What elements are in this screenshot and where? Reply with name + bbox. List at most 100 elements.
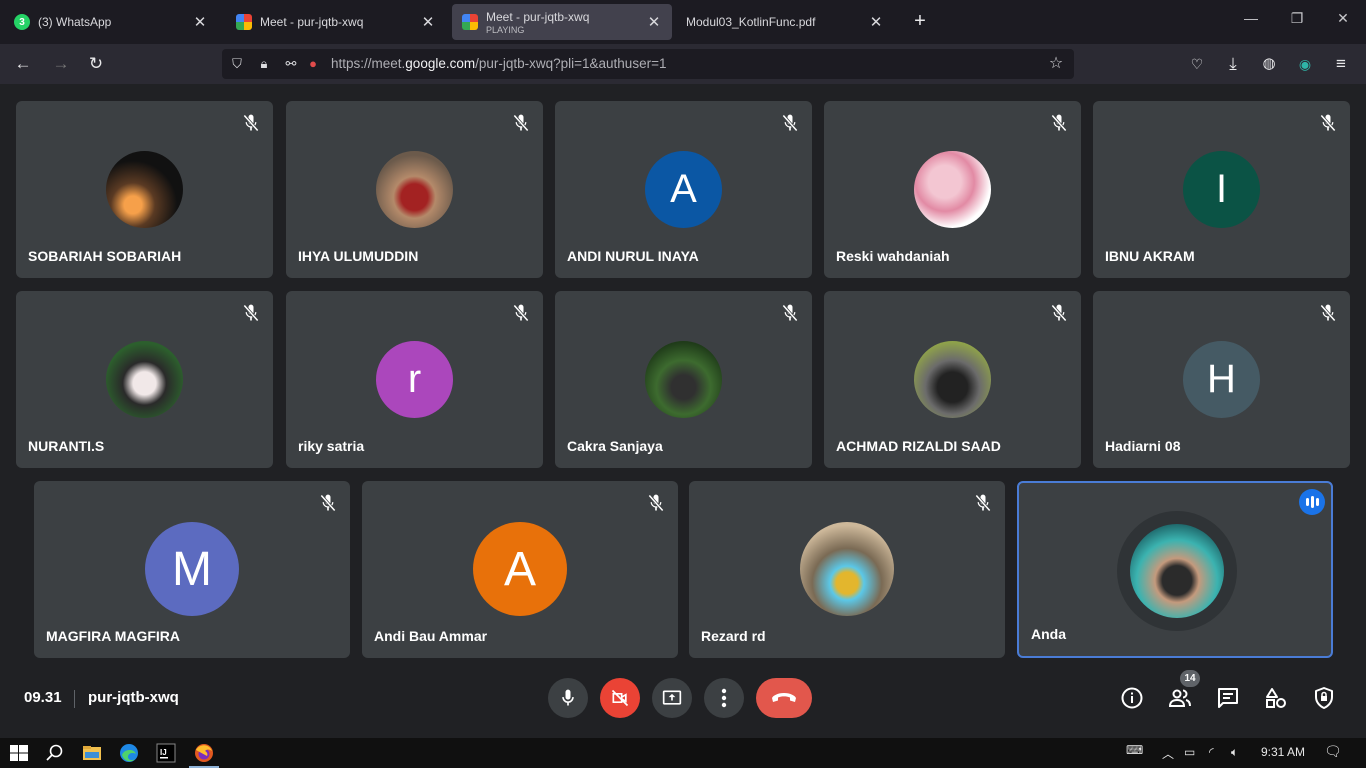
participant-tile[interactable]: A ANDI NURUL INAYA	[555, 101, 812, 278]
tab-meet[interactable]: Meet - pur-jqtb-xwq ✕	[226, 4, 446, 40]
participant-tile[interactable]: M MAGFIRA MAGFIRA	[34, 481, 350, 658]
firefox-icon[interactable]	[193, 742, 215, 764]
participant-tile[interactable]: Rezard rd	[689, 481, 1005, 658]
reload-icon[interactable]: ↻	[85, 54, 107, 76]
microphone-active-icon[interactable]: ●	[304, 55, 322, 73]
participant-name: Andi Bau Ammar	[374, 628, 488, 644]
participant-name: ANDI NURUL INAYA	[567, 248, 699, 264]
participant-tile[interactable]: Cakra Sanjaya	[555, 291, 812, 468]
battery-icon[interactable]: ▭	[1184, 745, 1195, 759]
participant-tile[interactable]: r riky satria	[286, 291, 543, 468]
avatar-letter: r	[376, 340, 453, 418]
camera-off-icon	[611, 689, 629, 707]
whatsapp-icon: 3	[14, 14, 30, 30]
url-text[interactable]: https://meet.google.com/pur-jqtb-xwq?pli…	[331, 56, 666, 71]
close-tab-icon[interactable]: ✕	[646, 13, 662, 31]
download-icon[interactable]: ⤓	[1222, 54, 1244, 76]
mic-muted-icon	[513, 114, 529, 132]
avatar-letter: H	[1183, 340, 1260, 418]
meet-control-bar: 09.31 pur-jqtb-xwq 14	[0, 666, 1366, 738]
pocket-icon[interactable]: ♡	[1186, 54, 1208, 76]
back-icon[interactable]: ←	[12, 54, 34, 76]
participant-name: Anda	[1031, 626, 1066, 642]
participant-tile[interactable]: SOBARIAH SOBARIAH	[16, 101, 273, 278]
minimize-icon[interactable]: —	[1240, 10, 1262, 26]
close-tab-icon[interactable]: ✕	[868, 13, 884, 31]
browser-nav-bar: ← → ↻ ⛉ 🔒︎ ⚯ ● https://meet.google.com/p…	[0, 44, 1366, 84]
new-tab-button[interactable]: +	[908, 10, 932, 34]
intellij-icon[interactable]: IJ	[155, 742, 177, 764]
camera-off-button[interactable]	[600, 678, 640, 718]
mic-muted-icon	[320, 494, 336, 512]
mic-muted-icon	[243, 304, 259, 322]
more-options-button[interactable]	[704, 678, 744, 718]
participant-name: IBNU AKRAM	[1105, 248, 1195, 264]
tray-expand-icon[interactable]: ︿	[1162, 745, 1174, 762]
avatar-photo	[914, 340, 991, 418]
participant-name: SOBARIAH SOBARIAH	[28, 248, 182, 264]
keyboard-icon[interactable]: ⌨	[1126, 743, 1143, 757]
participant-tile[interactable]: ACHMAD RIZALDI SAAD	[824, 291, 1081, 468]
tab-title: (3) WhatsApp	[38, 15, 112, 29]
leave-call-button[interactable]	[756, 678, 812, 718]
host-controls-icon[interactable]	[1312, 686, 1336, 710]
restore-icon[interactable]: ❐	[1286, 10, 1308, 27]
tab-title: Meet - pur-jqtb-xwq PLAYING	[486, 10, 646, 35]
participant-name: Hadiarni 08	[1105, 438, 1181, 454]
mic-muted-icon	[1051, 304, 1067, 322]
tab-pdf[interactable]: Modul03_KotlinFunc.pdf ✕	[676, 4, 894, 40]
info-icon[interactable]	[1120, 686, 1144, 710]
participant-tile[interactable]: I IBNU AKRAM	[1093, 101, 1350, 278]
permissions-icon[interactable]: ⚯	[282, 55, 300, 73]
mic-muted-icon	[975, 494, 991, 512]
wifi-icon[interactable]: ◜	[1209, 745, 1214, 759]
close-window-icon[interactable]: ✕	[1332, 10, 1354, 27]
participant-name: Rezard rd	[701, 628, 766, 644]
shield-icon[interactable]: ⛉	[228, 55, 246, 73]
participant-name: MAGFIRA MAGFIRA	[46, 628, 181, 644]
windows-taskbar: IJ ⌨ ︿ ▭ ◜ 🔈︎ 9:31 AM 🗨︎	[0, 738, 1366, 768]
address-bar[interactable]: ⛉ 🔒︎ ⚯ ● https://meet.google.com/pur-jqt…	[222, 49, 1074, 79]
hang-up-icon	[772, 693, 796, 702]
forward-icon[interactable]: →	[50, 54, 72, 76]
mic-button[interactable]	[548, 678, 588, 718]
participant-name: riky satria	[298, 438, 365, 454]
avatar-letter: M	[145, 522, 239, 616]
activities-icon[interactable]	[1264, 686, 1288, 710]
participant-tile[interactable]: NURANTI.S	[16, 291, 273, 468]
avatar-photo	[106, 150, 183, 228]
divider	[74, 690, 75, 708]
globe-icon[interactable]: ◍	[1258, 54, 1280, 76]
participant-tile[interactable]: A Andi Bau Ammar	[362, 481, 678, 658]
tab-whatsapp[interactable]: 3 (3) WhatsApp ✕	[4, 4, 218, 40]
menu-icon[interactable]: ≡	[1330, 54, 1352, 76]
close-tab-icon[interactable]: ✕	[420, 13, 436, 31]
avatar-letter: A	[473, 522, 567, 616]
microphone-icon	[562, 689, 574, 706]
edge-icon[interactable]	[118, 742, 140, 764]
tab-playing-label: PLAYING	[486, 24, 525, 35]
participant-tile[interactable]: Reski wahdaniah	[824, 101, 1081, 278]
participant-tile[interactable]: Anda	[1017, 481, 1333, 658]
volume-icon[interactable]: 🔈︎	[1231, 745, 1238, 760]
present-screen-button[interactable]	[652, 678, 692, 718]
speaking-indicator-icon	[1299, 489, 1325, 515]
search-icon[interactable]	[44, 742, 66, 764]
people-icon[interactable]	[1168, 686, 1192, 710]
participant-tile[interactable]: IHYA ULUMUDDIN	[286, 101, 543, 278]
tab-title-text: Meet - pur-jqtb-xwq	[486, 9, 590, 24]
avatar-photo	[800, 522, 894, 616]
participant-tile[interactable]: H Hadiarni 08	[1093, 291, 1350, 468]
close-tab-icon[interactable]: ✕	[192, 13, 208, 31]
start-icon[interactable]	[8, 742, 30, 764]
tab-meet-playing[interactable]: Meet - pur-jqtb-xwq PLAYING ✕	[452, 4, 672, 40]
bookmark-star-icon[interactable]: ☆	[1047, 55, 1065, 73]
url-prefix: https://meet.	[331, 56, 406, 71]
extension-icon[interactable]: ◉	[1294, 54, 1316, 76]
taskbar-clock[interactable]: 9:31 AM	[1261, 745, 1305, 759]
chat-icon[interactable]	[1216, 686, 1240, 710]
notifications-icon[interactable]: 🗨︎	[1324, 743, 1342, 760]
file-explorer-icon[interactable]	[81, 742, 103, 764]
lock-icon[interactable]: 🔒︎	[255, 55, 273, 73]
url-domain: google.com	[405, 56, 476, 71]
